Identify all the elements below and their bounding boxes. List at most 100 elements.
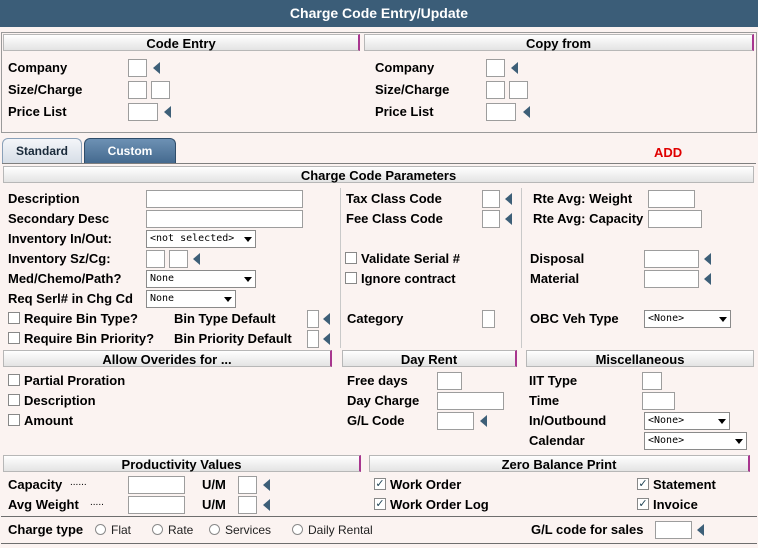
description-input[interactable] — [146, 190, 303, 208]
gl-code-sales-input[interactable] — [655, 521, 692, 539]
fee-class-lookup-arrow-icon[interactable] — [505, 213, 512, 225]
invoice-checkbox[interactable]: ✓ — [637, 498, 649, 510]
tab-custom[interactable]: Custom — [84, 138, 176, 164]
override-amount-checkbox[interactable] — [8, 414, 20, 426]
bin-type-lookup-arrow-icon[interactable] — [323, 313, 330, 325]
obc-veh-type-select[interactable]: <None> — [644, 310, 731, 328]
partial-proration-checkbox[interactable] — [8, 374, 20, 386]
avg-weight-label: Avg Weight — [8, 497, 79, 512]
inventory-charge-input[interactable] — [169, 250, 188, 268]
tax-class-lookup-arrow-icon[interactable] — [505, 193, 512, 205]
gl-code-input[interactable] — [437, 412, 474, 430]
req-serl-label: Req Serl# in Chg Cd — [8, 291, 133, 306]
copy-company-input[interactable] — [486, 59, 505, 77]
work-order-log-checkbox[interactable]: ✓ — [374, 498, 386, 510]
inoutbound-label: In/Outbound — [529, 413, 607, 428]
charge-type-daily-rental-radio[interactable] — [292, 524, 303, 535]
material-input[interactable] — [644, 270, 699, 288]
require-bin-type-label: Require Bin Type? — [24, 311, 138, 326]
rte-avg-capacity-input[interactable] — [648, 210, 702, 228]
work-order-checkbox[interactable]: ✓ — [374, 478, 386, 490]
charge-type-services-radio[interactable] — [209, 524, 220, 535]
price-list-input[interactable] — [128, 103, 158, 121]
avg-weight-um-lookup-arrow-icon[interactable] — [263, 499, 270, 511]
validate-serial-checkbox[interactable] — [345, 252, 357, 264]
calendar-label: Calendar — [529, 433, 585, 448]
charge-code-parameters-header: Charge Code Parameters — [3, 166, 754, 183]
secondary-desc-input[interactable] — [146, 210, 303, 228]
gl-code-sales-lookup-arrow-icon[interactable] — [697, 524, 704, 536]
price-list-lookup-arrow-icon[interactable] — [164, 106, 171, 118]
charge-type-rate-radio[interactable] — [152, 524, 163, 535]
copy-price-list-input[interactable] — [486, 103, 516, 121]
validate-serial-label: Validate Serial # — [361, 251, 461, 266]
req-serl-select[interactable]: None — [146, 290, 236, 308]
work-order-log-label: Work Order Log — [390, 497, 489, 512]
statement-checkbox[interactable]: ✓ — [637, 478, 649, 490]
size-input[interactable] — [128, 81, 147, 99]
capacity-um-lookup-arrow-icon[interactable] — [263, 479, 270, 491]
company-lookup-arrow-icon[interactable] — [153, 62, 160, 74]
require-bin-priority-label: Require Bin Priority? — [24, 331, 155, 346]
capacity-input[interactable] — [128, 476, 185, 494]
inventory-size-input[interactable] — [146, 250, 165, 268]
ignore-contract-label: Ignore contract — [361, 271, 456, 286]
copy-company-lookup-arrow-icon[interactable] — [511, 62, 518, 74]
charge-type-flat-label: Flat — [111, 523, 132, 537]
override-description-checkbox[interactable] — [8, 394, 20, 406]
partial-proration-label: Partial Proration — [24, 373, 126, 388]
override-description-label: Description — [24, 393, 96, 408]
iit-type-label: IIT Type — [529, 373, 578, 388]
chevron-down-icon — [244, 237, 252, 242]
time-input[interactable] — [642, 392, 675, 410]
avg-weight-um-input[interactable] — [238, 496, 257, 514]
bin-type-default-input[interactable] — [307, 310, 319, 328]
chevron-down-icon — [718, 419, 726, 424]
capacity-um-input[interactable] — [238, 476, 257, 494]
disposal-lookup-arrow-icon[interactable] — [704, 253, 711, 265]
chevron-down-icon — [735, 439, 743, 444]
calendar-select[interactable]: <None> — [644, 432, 747, 450]
bin-priority-default-label: Bin Priority Default — [174, 331, 292, 346]
charge-input[interactable] — [151, 81, 170, 99]
fee-class-input[interactable] — [482, 210, 500, 228]
req-serl-value: None — [150, 293, 175, 304]
copy-price-list-lookup-arrow-icon[interactable] — [523, 106, 530, 118]
bin-priority-default-input[interactable] — [307, 330, 319, 348]
window-title: Charge Code Entry/Update — [0, 0, 758, 27]
chevron-down-icon — [224, 297, 232, 302]
inoutbound-select[interactable]: <None> — [644, 412, 730, 430]
category-input[interactable] — [482, 310, 495, 328]
tax-class-input[interactable] — [482, 190, 500, 208]
column-divider-1 — [340, 188, 341, 348]
require-bin-type-checkbox[interactable] — [8, 312, 20, 324]
invoice-label: Invoice — [653, 497, 698, 512]
iit-type-input[interactable] — [642, 372, 662, 390]
day-charge-input[interactable] — [437, 392, 504, 410]
company-input[interactable] — [128, 59, 147, 77]
code-entry-header: Code Entry — [3, 34, 360, 51]
ignore-contract-checkbox[interactable] — [345, 272, 357, 284]
require-bin-priority-checkbox[interactable] — [8, 332, 20, 344]
material-lookup-arrow-icon[interactable] — [704, 273, 711, 285]
med-chemo-select[interactable]: None — [146, 270, 256, 288]
inventory-inout-select[interactable]: <not selected> — [146, 230, 256, 248]
free-days-input[interactable] — [437, 372, 462, 390]
avg-weight-input[interactable] — [128, 496, 185, 514]
med-chemo-value: None — [150, 273, 175, 284]
company-label: Company — [8, 60, 68, 75]
gl-code-lookup-arrow-icon[interactable] — [480, 415, 487, 427]
copy-charge-input[interactable] — [509, 81, 528, 99]
inventory-szcg-label: Inventory Sz/Cg: — [8, 251, 111, 266]
bin-priority-lookup-arrow-icon[interactable] — [323, 333, 330, 345]
rte-avg-weight-input[interactable] — [648, 190, 695, 208]
charge-type-flat-radio[interactable] — [95, 524, 106, 535]
disposal-input[interactable] — [644, 250, 699, 268]
tab-standard[interactable]: Standard — [2, 138, 82, 164]
category-label: Category — [347, 311, 404, 326]
copy-company-label: Company — [375, 60, 435, 75]
copy-size-input[interactable] — [486, 81, 505, 99]
free-days-label: Free days — [347, 373, 408, 388]
time-label: Time — [529, 393, 560, 408]
inventory-lookup-arrow-icon[interactable] — [193, 253, 200, 265]
